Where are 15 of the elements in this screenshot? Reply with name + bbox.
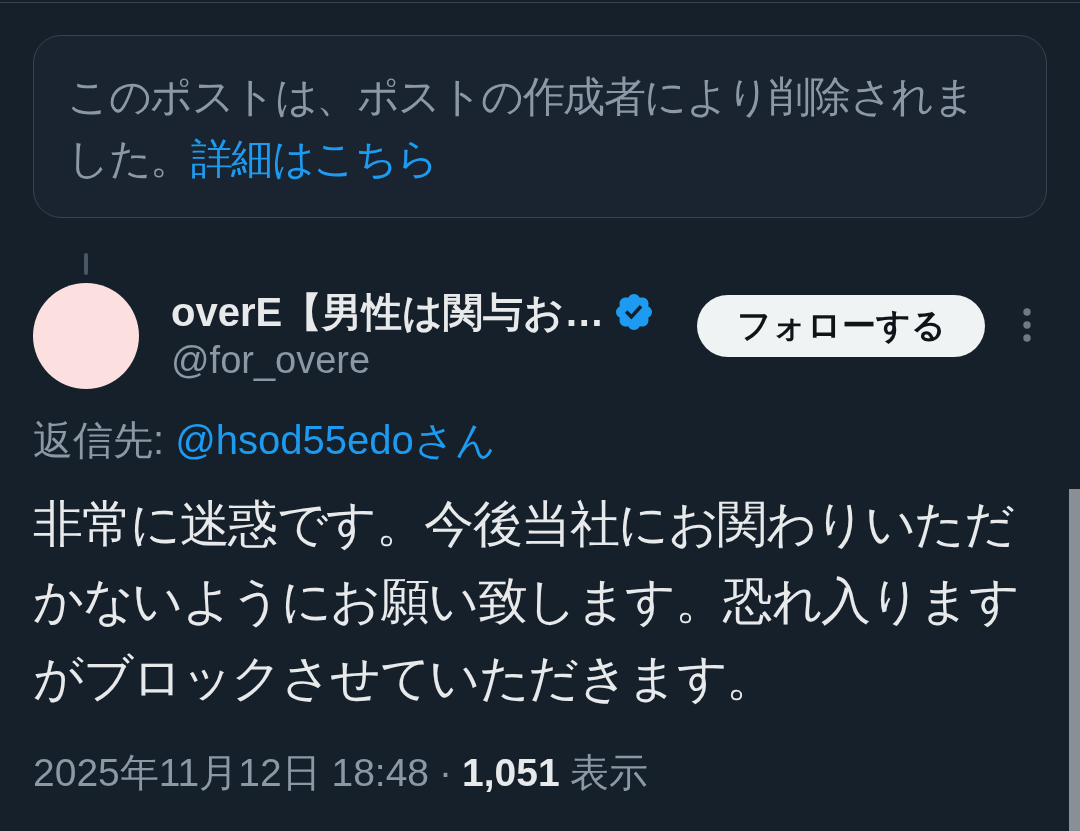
details-link[interactable]: 詳細はこちら xyxy=(190,135,438,182)
post-timestamp[interactable]: 2025年11月12日 18:48 xyxy=(33,749,430,797)
more-options-icon[interactable] xyxy=(1023,308,1031,342)
views-label: 表示 xyxy=(569,750,648,796)
deleted-post-notice: このポストは、ポストの作成者により削除されました。詳細はこちら xyxy=(67,72,975,184)
scrollbar-thumb[interactable] xyxy=(1069,489,1080,831)
replied-user-link[interactable]: @hsod55edoさん xyxy=(175,418,496,462)
post-body-text: 非常に迷惑です。今後当社にお関わりいただかないようにお願い致します。恐れ入りますがブロックさせていただきます。 xyxy=(33,494,1019,707)
follow-button[interactable]: フォローする xyxy=(697,295,985,357)
reply-to-text: 返信先: @hsod55edoさん xyxy=(33,417,497,464)
user-handle[interactable]: @for_overe xyxy=(171,336,653,384)
separator-dot: · xyxy=(439,750,453,796)
view-count: 1,051 xyxy=(462,750,560,796)
display-name[interactable]: overE【男性は関与お… xyxy=(171,288,605,336)
thread-line xyxy=(84,253,88,275)
